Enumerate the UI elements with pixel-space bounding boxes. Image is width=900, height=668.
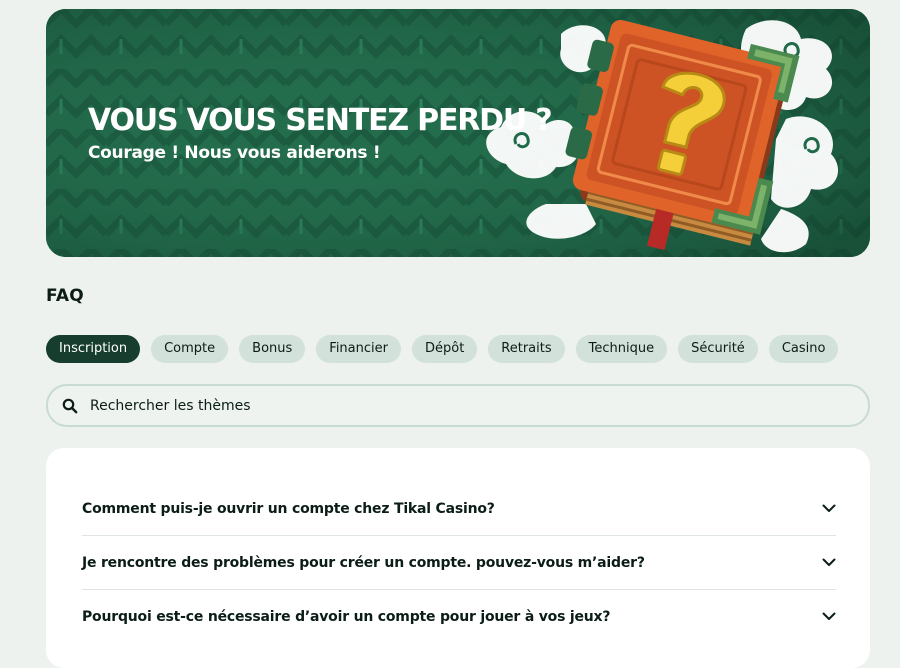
mystery-book-illustration bbox=[486, 19, 839, 253]
tab-depot[interactable]: Dépôt bbox=[411, 335, 478, 363]
tab-retraits[interactable]: Retraits bbox=[488, 335, 565, 363]
tab-technique[interactable]: Technique bbox=[575, 335, 668, 363]
faq-item-open-account[interactable]: Comment puis-je ouvrir un compte chez Ti… bbox=[82, 482, 836, 536]
tab-casino[interactable]: Casino bbox=[768, 335, 839, 363]
chevron-down-icon[interactable] bbox=[822, 504, 836, 513]
tab-compte[interactable]: Compte bbox=[151, 335, 229, 363]
tab-financier[interactable]: Financier bbox=[316, 335, 401, 363]
faq-item-account-problems[interactable]: Je rencontre des problèmes pour créer un… bbox=[82, 536, 836, 590]
faq-question: Comment puis-je ouvrir un compte chez Ti… bbox=[82, 500, 495, 517]
tab-bonus[interactable]: Bonus bbox=[239, 335, 306, 363]
chevron-down-icon[interactable] bbox=[822, 558, 836, 567]
search-bar[interactable] bbox=[46, 384, 870, 427]
page: VOUS VOUS SENTEZ PERDU ? Courage ! Nous … bbox=[0, 0, 900, 668]
tab-securite[interactable]: Sécurité bbox=[678, 335, 758, 363]
faq-heading: FAQ bbox=[46, 286, 84, 306]
faq-question: Je rencontre des problèmes pour créer un… bbox=[82, 554, 645, 571]
faq-question: Pourquoi est-ce nécessaire d’avoir un co… bbox=[82, 608, 611, 625]
hero-banner: VOUS VOUS SENTEZ PERDU ? Courage ! Nous … bbox=[46, 9, 870, 257]
faq-card: Comment puis-je ouvrir un compte chez Ti… bbox=[46, 448, 870, 668]
faq-list: Comment puis-je ouvrir un compte chez Ti… bbox=[82, 482, 836, 643]
tab-inscription[interactable]: Inscription bbox=[46, 335, 141, 363]
chevron-down-icon[interactable] bbox=[822, 612, 836, 621]
search-icon bbox=[62, 398, 78, 413]
faq-category-tabs: Inscription Compte Bonus Financier Dépôt… bbox=[46, 335, 839, 363]
search-input[interactable] bbox=[88, 396, 832, 415]
faq-item-why-account[interactable]: Pourquoi est-ce nécessaire d’avoir un co… bbox=[82, 590, 836, 643]
